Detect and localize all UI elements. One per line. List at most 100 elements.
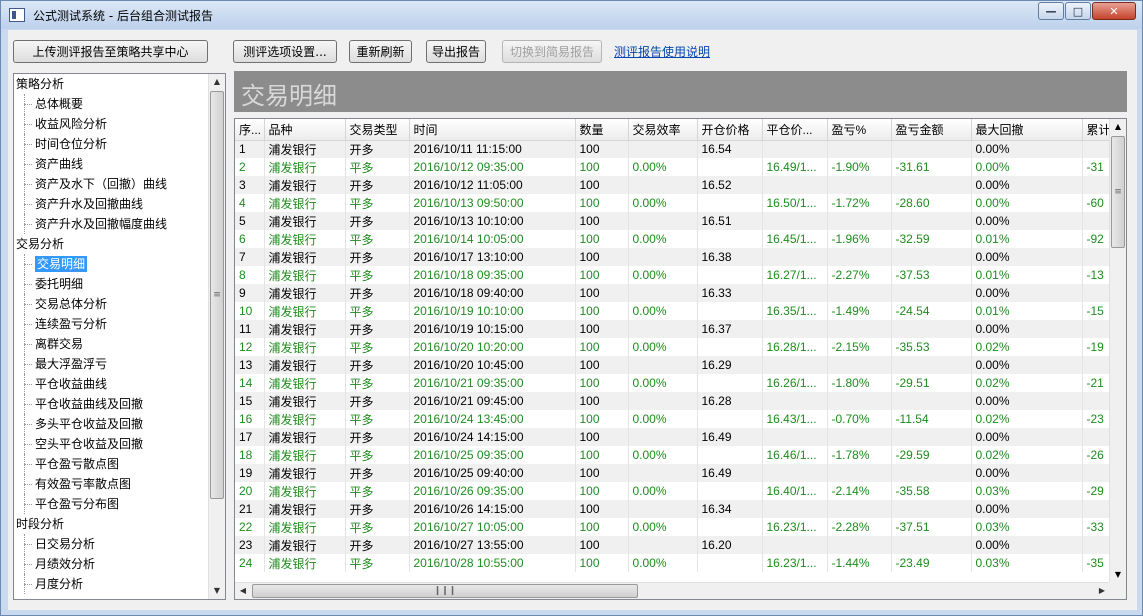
table-cell	[1082, 284, 1110, 302]
tree-item[interactable]: 日交易分析	[14, 534, 210, 554]
column-header[interactable]: 平仓价...	[762, 119, 828, 141]
table-cell: 16.20	[697, 536, 763, 554]
column-header[interactable]: 最大回撤	[971, 119, 1083, 141]
table-cell: 4	[235, 194, 265, 212]
tree-scrollbar[interactable]: ▲ ≡ ▼	[208, 74, 225, 599]
tree-item[interactable]: 委托明细	[14, 274, 210, 294]
table-cell	[762, 356, 828, 374]
tree-item-label: 时间仓位分析	[35, 137, 108, 151]
tree-item[interactable]: 时间仓位分析	[14, 134, 210, 154]
column-header[interactable]: 盈亏%	[827, 119, 892, 141]
column-header[interactable]: 序...	[235, 119, 265, 141]
table-cell: 16.49	[697, 428, 763, 446]
tree-item[interactable]: 多头平仓收益及回撤	[14, 414, 210, 434]
tree-item[interactable]: 平仓盈亏分布图	[14, 494, 210, 514]
tree-item[interactable]: 连续盈亏分析	[14, 314, 210, 334]
grid-vertical-scrollbar[interactable]: ▲ ≡ ▼	[1109, 119, 1126, 583]
tree-item[interactable]: 资产曲线	[14, 154, 210, 174]
tree-item[interactable]: 平仓盈亏散点图	[14, 454, 210, 474]
grid-hscroll-thumb[interactable]: ❙❙❙	[252, 584, 638, 598]
tree-item[interactable]: 收益风险分析	[14, 114, 210, 134]
tree-item[interactable]: 资产升水及回撤幅度曲线	[14, 214, 210, 234]
table-row[interactable]: 22 浦发银行 平多 2016/10/27 10:05:00 100 0.00% 16.23…	[235, 518, 1110, 536]
column-header[interactable]: 累计	[1082, 119, 1110, 141]
maximize-icon[interactable]: □	[1065, 2, 1091, 20]
tree-item[interactable]: 交易明细	[14, 254, 210, 274]
tree-category[interactable]: 交易分析	[14, 234, 210, 254]
table-row[interactable]: 11 浦发银行 开多 2016/10/19 10:15:00 100 16.37 0.00%	[235, 320, 1110, 338]
table-row[interactable]: 17 浦发银行 开多 2016/10/24 14:15:00 100 16.49 0.00%	[235, 428, 1110, 446]
column-header[interactable]: 品种	[264, 119, 346, 141]
tree-category[interactable]: 策略分析	[14, 74, 210, 94]
table-cell: 平多	[345, 338, 410, 356]
table-row[interactable]: 24 浦发银行 平多 2016/10/28 10:55:00 100 0.00% 16.23…	[235, 554, 1110, 572]
export-report-button[interactable]: 导出报告	[426, 40, 486, 63]
refresh-button[interactable]: 重新刷新	[349, 40, 412, 63]
table-row[interactable]: 8 浦发银行 平多 2016/10/18 09:35:00 100 0.00% 16.27/…	[235, 266, 1110, 284]
table-cell: 0.02%	[971, 338, 1083, 356]
column-header[interactable]: 盈亏金额	[891, 119, 972, 141]
grid-scroll-up-icon[interactable]: ▲	[1110, 119, 1126, 135]
table-row[interactable]: 15 浦发银行 开多 2016/10/21 09:45:00 100 16.28 0.00%	[235, 392, 1110, 410]
table-row[interactable]: 4 浦发银行 平多 2016/10/13 09:50:00 100 0.00% 16.50/…	[235, 194, 1110, 212]
grid-scroll-right-icon[interactable]: ▶	[1094, 583, 1110, 599]
minimize-icon[interactable]: —	[1038, 2, 1064, 20]
table-row[interactable]: 16 浦发银行 平多 2016/10/24 13:45:00 100 0.00% 16.43…	[235, 410, 1110, 428]
table-row[interactable]: 2 浦发银行 平多 2016/10/12 09:35:00 100 0.00% 16.49/…	[235, 158, 1110, 176]
tree-item[interactable]: 总体概要	[14, 94, 210, 114]
table-cell: 2016/10/14 10:05:00	[409, 230, 576, 248]
tree-item[interactable]: 平仓收益曲线及回撤	[14, 394, 210, 414]
tree-category[interactable]: 时段分析	[14, 514, 210, 534]
table-row[interactable]: 13 浦发银行 开多 2016/10/20 10:45:00 100 16.29 0.00%	[235, 356, 1110, 374]
grid-vscroll-thumb[interactable]: ≡	[1111, 136, 1125, 248]
tree-item[interactable]: 离群交易	[14, 334, 210, 354]
table-row[interactable]: 1 浦发银行 开多 2016/10/11 11:15:00 100 16.54 0.00%	[235, 140, 1110, 158]
table-row[interactable]: 23 浦发银行 开多 2016/10/27 13:55:00 100 16.20 0.00%	[235, 536, 1110, 554]
table-row[interactable]: 5 浦发银行 开多 2016/10/13 10:10:00 100 16.51 0.00%	[235, 212, 1110, 230]
table-row[interactable]: 20 浦发银行 平多 2016/10/26 09:35:00 100 0.00% 16.40…	[235, 482, 1110, 500]
table-row[interactable]: 19 浦发银行 开多 2016/10/25 09:40:00 100 16.49 0.00%	[235, 464, 1110, 482]
title-bar[interactable]: 公式测试系统 - 后台组合测试报告 — □ ✕	[1, 1, 1142, 29]
table-row[interactable]: 21 浦发银行 开多 2016/10/26 14:15:00 100 16.34 0.00%	[235, 500, 1110, 518]
tree-scroll-thumb[interactable]: ≡	[210, 91, 224, 499]
column-header[interactable]: 时间	[409, 119, 576, 141]
grid-scroll-left-icon[interactable]: ◀	[235, 583, 251, 599]
table-cell: 开多	[345, 392, 410, 410]
column-header[interactable]: 交易效率	[628, 119, 698, 141]
table-cell	[1082, 248, 1110, 266]
scroll-up-icon[interactable]: ▲	[209, 74, 225, 90]
column-header[interactable]: 交易类型	[345, 119, 410, 141]
scroll-down-icon[interactable]: ▼	[209, 583, 225, 599]
column-header[interactable]: 数量	[575, 119, 629, 141]
table-cell: -23.49	[891, 554, 972, 572]
table-cell: 浦发银行	[264, 392, 346, 410]
table-row[interactable]: 9 浦发银行 开多 2016/10/18 09:40:00 100 16.33 0.00%	[235, 284, 1110, 302]
close-icon[interactable]: ✕	[1092, 2, 1136, 20]
tree-item[interactable]: 平仓收益曲线	[14, 374, 210, 394]
table-cell: -29.59	[891, 446, 972, 464]
tree-item[interactable]: 最大浮盈浮亏	[14, 354, 210, 374]
grid-horizontal-scrollbar[interactable]: ◀ ❙❙❙ ▶	[235, 582, 1110, 599]
table-row[interactable]: 18 浦发银行 平多 2016/10/25 09:35:00 100 0.00% 16.46…	[235, 446, 1110, 464]
tree-item[interactable]: 交易总体分析	[14, 294, 210, 314]
tree-item[interactable]: 月度分析	[14, 574, 210, 594]
table-row[interactable]: 12 浦发银行 平多 2016/10/20 10:20:00 100 0.00% 16.28…	[235, 338, 1110, 356]
grid-scroll-down-icon[interactable]: ▼	[1110, 567, 1126, 583]
table-row[interactable]: 10 浦发银行 平多 2016/10/19 10:10:00 100 0.00% 16.35…	[235, 302, 1110, 320]
upload-report-button[interactable]: 上传测评报告至策略共享中心	[13, 40, 208, 63]
tree-item[interactable]: 空头平仓收益及回撤	[14, 434, 210, 454]
tree-item[interactable]: 月绩效分析	[14, 554, 210, 574]
switch-simple-report-button[interactable]: 切换到简易报告	[502, 40, 602, 63]
table-cell: -2.15%	[827, 338, 892, 356]
table-row[interactable]: 3 浦发银行 开多 2016/10/12 11:05:00 100 16.52 0.00%	[235, 176, 1110, 194]
toolbar: 上传测评报告至策略共享中心 测评选项设置... 重新刷新 导出报告 切换到简易报…	[8, 30, 1137, 70]
table-row[interactable]: 14 浦发银行 平多 2016/10/21 09:35:00 100 0.00% 16.26…	[235, 374, 1110, 392]
column-header[interactable]: 开仓价格	[697, 119, 763, 141]
tree-item[interactable]: 资产升水及回撤曲线	[14, 194, 210, 214]
tree-item[interactable]: 有效盈亏率散点图	[14, 474, 210, 494]
test-options-button[interactable]: 测评选项设置...	[233, 40, 337, 63]
table-row[interactable]: 6 浦发银行 平多 2016/10/14 10:05:00 100 0.00% 16.45/…	[235, 230, 1110, 248]
tree-item[interactable]: 资产及水下（回撤）曲线	[14, 174, 210, 194]
table-row[interactable]: 7 浦发银行 开多 2016/10/17 13:10:00 100 16.38 0.00%	[235, 248, 1110, 266]
help-link[interactable]: 测评报告使用说明	[614, 43, 710, 60]
